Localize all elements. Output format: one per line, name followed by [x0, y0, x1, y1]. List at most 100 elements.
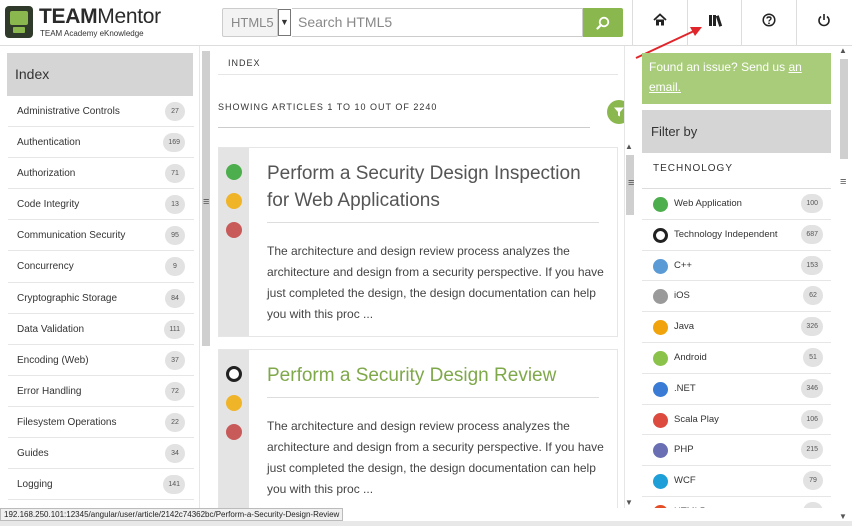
index-item-label: Encoding (Web)	[17, 354, 89, 366]
logo-subtitle: TEAM Academy eKnowledge	[40, 29, 144, 38]
article-card[interactable]: Perform a Security Design Review The arc…	[218, 349, 618, 508]
nav-logout-button[interactable]	[796, 0, 850, 46]
dotnet-icon	[653, 381, 668, 397]
left-splitter[interactable]: ≡	[199, 46, 213, 508]
index-item[interactable]: Administrative Controls 27	[8, 96, 194, 128]
index-item-label: Communication Security	[17, 230, 126, 242]
scroll-down-icon[interactable]: ▼	[839, 512, 847, 521]
design-phase-icon	[226, 222, 242, 238]
index-item[interactable]: Filesystem Operations 22	[8, 407, 194, 439]
count-badge: 72	[165, 381, 185, 401]
count-badge: 326	[801, 317, 823, 337]
scala-icon	[653, 412, 668, 428]
technology-filter-item[interactable]: HTML5 81	[642, 497, 831, 508]
technology-label: Technology Independent	[674, 228, 778, 240]
article-icons-gutter	[219, 350, 249, 508]
divider	[218, 127, 590, 128]
technology-filter-item[interactable]: WCF 79	[642, 466, 831, 497]
count-badge: 100	[801, 194, 823, 213]
html5-icon	[653, 504, 668, 508]
count-badge: 27	[165, 102, 185, 121]
index-sidebar: Index Administrative Controls 27 Authentic…	[0, 46, 199, 508]
technology-filter-item[interactable]: Android 51	[642, 343, 831, 374]
index-item[interactable]: Communication Security 95	[8, 220, 194, 252]
search-input[interactable]: Search HTML5	[292, 8, 583, 37]
count-badge: 141	[163, 475, 185, 495]
index-item[interactable]: Data Validation 111	[8, 314, 194, 345]
technology-label: HTML5	[674, 506, 705, 508]
technology-filter-item[interactable]: PHP 215	[642, 435, 831, 467]
count-badge: 153	[801, 255, 823, 275]
technology-label: iOS	[674, 290, 690, 302]
count-badge: 81	[803, 501, 823, 508]
web-application-icon	[653, 197, 668, 212]
window-bottom-edge	[0, 521, 852, 526]
status-bar-url: 192.168.250.101:12345/angular/user/artic…	[0, 508, 344, 521]
home-icon	[653, 13, 667, 26]
guideline-icon	[226, 395, 242, 411]
index-item[interactable]: Encoding (Web) 37	[8, 345, 194, 376]
divider	[267, 397, 599, 398]
index-item-label: Error Handling	[17, 385, 82, 397]
index-item[interactable]: Error Handling 72	[8, 376, 194, 407]
search-scope-select[interactable]: HTML5	[222, 8, 278, 37]
index-item-label: Data Validation	[17, 323, 85, 335]
technology-filter-item[interactable]: iOS 62	[642, 281, 831, 313]
technology-filter-item[interactable]: C++ 153	[642, 251, 831, 282]
search-bar: HTML5 ▼ Search HTML5	[222, 8, 623, 37]
index-item[interactable]: Concurrency 9	[8, 251, 194, 283]
search-icon	[596, 16, 610, 30]
technology-heading[interactable]: TECHNOLOGY	[642, 153, 831, 189]
wcf-icon	[653, 474, 668, 490]
count-badge: 111	[164, 319, 185, 339]
index-item[interactable]: Cryptographic Storage 84	[8, 283, 194, 314]
article-card[interactable]: Perform a Security Design Inspection for…	[218, 147, 618, 337]
logo-title: TEAMMentor	[39, 5, 161, 28]
nav-library-button[interactable]	[687, 0, 741, 46]
cpp-icon	[653, 258, 668, 274]
technology-label: .NET	[674, 382, 696, 394]
filter-sidebar: Found an issue? Send us an email. Filter…	[638, 46, 852, 508]
article-title[interactable]: Perform a Security Design Review	[267, 362, 602, 389]
guideline-icon	[226, 193, 242, 209]
technology-filter-item[interactable]: Java 326	[642, 312, 831, 343]
page-scrollbar-thumb[interactable]	[840, 59, 848, 159]
logo[interactable]: TEAMMentor TEAM Academy eKnowledge	[5, 5, 210, 41]
right-splitter[interactable]: ≡	[624, 46, 638, 508]
results-count: SHOWING ARTICLES 1 TO 10 OUT OF 2240	[218, 102, 438, 112]
article-summary: The architecture and design review proce…	[267, 244, 604, 321]
grip-icon: ≡	[628, 177, 635, 189]
count-badge: 22	[165, 412, 185, 432]
filter-toggle-button[interactable]	[607, 100, 624, 124]
technology-label: Scala Play	[674, 413, 719, 425]
power-icon	[818, 14, 830, 27]
technology-label: C++	[674, 259, 692, 271]
technology-filter-item[interactable]: Technology Independent 687	[642, 220, 831, 251]
search-button[interactable]	[583, 8, 623, 37]
count-badge: 51	[803, 347, 823, 367]
page-scrollbar[interactable]: ▲ ≡ ▼	[836, 46, 852, 521]
count-badge: 84	[165, 288, 185, 308]
index-item[interactable]: Guides 34	[8, 438, 194, 470]
nav-home-button[interactable]	[632, 0, 686, 46]
article-title[interactable]: Perform a Security Design Inspection for…	[267, 160, 602, 214]
index-item[interactable]: Authentication 169	[8, 127, 194, 159]
index-item[interactable]: Code Integrity 13	[8, 189, 194, 221]
index-item-label: Authorization	[17, 168, 76, 180]
technology-filter-item[interactable]: Scala Play 106	[642, 405, 831, 436]
nav-help-button[interactable]	[741, 0, 795, 46]
index-item[interactable]: Authorization 71	[8, 158, 194, 190]
scroll-up-icon[interactable]: ▲	[839, 46, 847, 55]
android-icon	[653, 350, 668, 366]
apple-icon	[653, 289, 668, 305]
index-item-label: Code Integrity	[17, 199, 80, 211]
count-badge: 62	[803, 286, 823, 306]
technology-filter-item[interactable]: Web Application 100	[642, 189, 831, 220]
filter-by-header: Filter by	[642, 110, 831, 153]
java-icon	[653, 320, 668, 336]
article-summary: The architecture and design review proce…	[267, 419, 604, 496]
index-item[interactable]: Logging 141	[8, 469, 194, 501]
technology-filter-item[interactable]: .NET 346	[642, 374, 831, 405]
breadcrumb[interactable]: INDEX	[218, 52, 618, 75]
chevron-down-icon[interactable]: ▼	[278, 9, 291, 36]
